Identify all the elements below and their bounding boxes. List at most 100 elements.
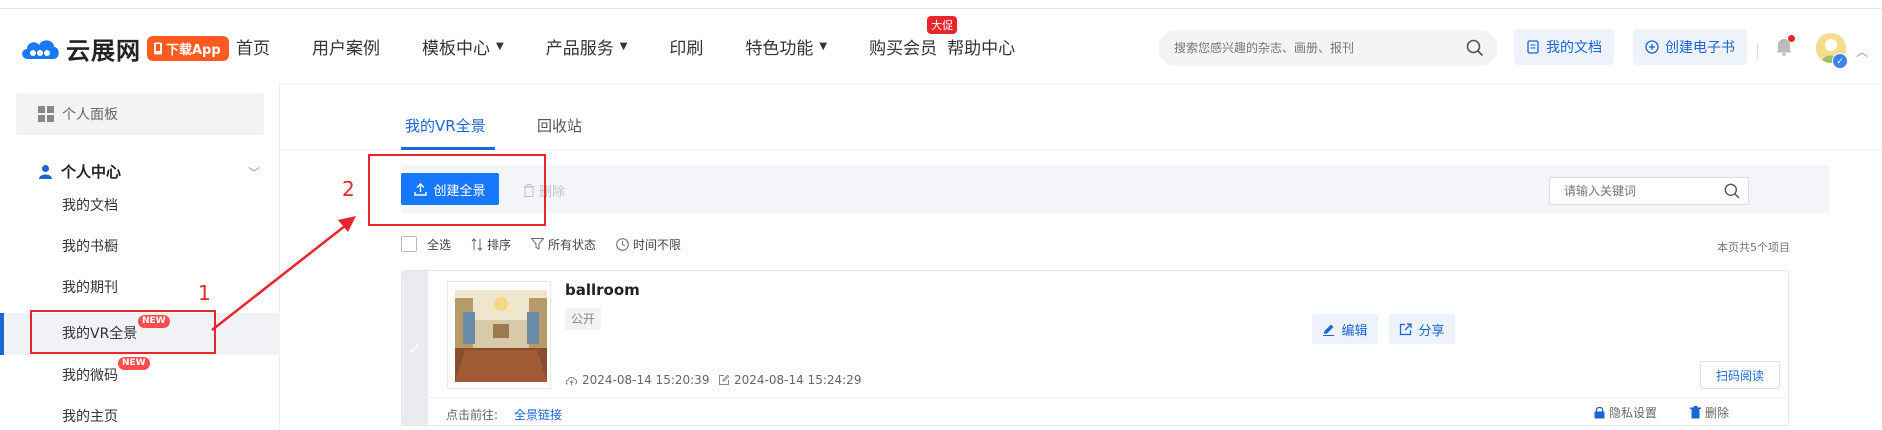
logo[interactable]: 云展网 下载App bbox=[18, 31, 229, 66]
nav-label: 首页 bbox=[236, 39, 270, 59]
item-title[interactable]: ballroom bbox=[565, 281, 640, 299]
sidebar-item-bookshelf[interactable]: 我的书橱 bbox=[62, 236, 118, 258]
modified-time: 2024-08-14 15:24:29 bbox=[718, 373, 861, 387]
annotation-number-2: 2 bbox=[342, 177, 355, 201]
select-all-label: 全选 bbox=[427, 237, 452, 252]
nav-templates[interactable]: 模板中心 ▼ bbox=[422, 34, 504, 59]
card-select-checkbox[interactable]: ✓ bbox=[402, 271, 428, 426]
panorama-link[interactable]: 全景链接 bbox=[514, 406, 562, 423]
nav-label: 特色功能 bbox=[745, 39, 814, 59]
search-icon[interactable] bbox=[1466, 39, 1484, 57]
top-header: 云展网 下载App 首页 用户案例 模板中心 ▼ 产品服务 ▼ 印刷 特色功能 ▼ 购… bbox=[0, 8, 1882, 83]
filter-bar: 全选 排序 所有状态 时间不限 bbox=[401, 234, 701, 254]
nav-home[interactable]: 首页 bbox=[236, 34, 270, 59]
caret-down-icon: ▼ bbox=[496, 41, 504, 52]
sidebar-personal-center[interactable]: 个人中心 ﹀ bbox=[38, 155, 264, 187]
tab-vr-panorama[interactable]: 我的VR全景 bbox=[405, 115, 486, 136]
notification-dot bbox=[1788, 35, 1795, 42]
keyword-search-input[interactable] bbox=[1564, 178, 1724, 204]
sidebar-item-periodicals[interactable]: 我的期刊 bbox=[62, 277, 118, 299]
nav-label: 模板中心 bbox=[422, 39, 490, 59]
select-all[interactable]: 全选 bbox=[401, 236, 451, 253]
nav-label: 购买会员 bbox=[869, 39, 938, 59]
caret-down-icon: ▼ bbox=[819, 41, 828, 52]
share-icon bbox=[1400, 322, 1413, 335]
sidebar-item-my-docs[interactable]: 我的文档 bbox=[62, 195, 118, 217]
scan-read-button[interactable]: 扫码阅读 bbox=[1700, 361, 1780, 389]
time-filter[interactable]: 时间不限 bbox=[616, 236, 681, 253]
download-app-button[interactable]: 下载App bbox=[147, 36, 229, 61]
clock-icon bbox=[616, 237, 629, 251]
sort-filter[interactable]: 排序 bbox=[471, 236, 511, 253]
nav-products[interactable]: 产品服务 ▼ bbox=[546, 34, 628, 59]
nav-label: 帮助中心 bbox=[947, 39, 1016, 59]
nav-membership[interactable]: 购买会员 大促 bbox=[869, 16, 958, 59]
page: 云展网 下载App 首页 用户案例 模板中心 ▼ 产品服务 ▼ 印刷 特色功能 ▼ 购… bbox=[0, 0, 1882, 430]
nav-label: 印刷 bbox=[669, 39, 704, 59]
edit-doc-icon bbox=[719, 374, 730, 385]
select-all-checkbox[interactable] bbox=[401, 236, 417, 252]
delete-item-button[interactable]: 删除 bbox=[1690, 404, 1729, 421]
ballroom-thumbnail-image bbox=[455, 290, 547, 382]
annotation-box-2 bbox=[368, 154, 546, 226]
share-button[interactable]: 分享 bbox=[1389, 314, 1455, 344]
user-icon bbox=[39, 164, 52, 179]
notification-bell[interactable] bbox=[1775, 35, 1795, 60]
plus-circle-icon bbox=[1645, 40, 1659, 54]
item-count: 本页共5个项目 bbox=[1717, 241, 1790, 254]
nav-label: 产品服务 bbox=[545, 39, 614, 59]
nav-print[interactable]: 印刷 bbox=[669, 34, 703, 59]
cloud-logo-icon bbox=[22, 39, 59, 59]
edit-button[interactable]: 编辑 bbox=[1312, 314, 1378, 344]
sidebar: 个人面板 个人中心 ﹀ 我的文档 我的书橱 我的期刊 我的VR全景 NEW 我的… bbox=[0, 83, 280, 430]
panel-label: 个人面板 bbox=[62, 107, 118, 123]
sidebar-item-microcode[interactable]: 我的微码 NEW bbox=[62, 357, 150, 387]
my-docs-button[interactable]: 我的文档 bbox=[1514, 29, 1614, 65]
visibility-tag: 公开 bbox=[565, 308, 602, 330]
nav-features[interactable]: 特色功能 ▼ bbox=[745, 34, 827, 59]
edit-label: 编辑 bbox=[1341, 323, 1368, 339]
active-item-bar bbox=[0, 313, 4, 355]
create-ebook-label: 创建电子书 bbox=[1665, 40, 1735, 56]
nav-cases[interactable]: 用户案例 bbox=[312, 34, 380, 59]
lock-icon bbox=[1594, 406, 1605, 419]
nav-help[interactable]: 帮助中心 bbox=[947, 34, 1015, 59]
download-app-label: 下载App bbox=[166, 43, 221, 58]
sidebar-personal-panel[interactable]: 个人面板 bbox=[16, 93, 264, 135]
main-nav: 首页 用户案例 模板中心 ▼ 产品服务 ▼ 印刷 特色功能 ▼ 购买会员 大促 帮助中心 bbox=[236, 9, 1057, 84]
create-ebook-button[interactable]: 创建电子书 bbox=[1633, 29, 1747, 65]
search-icon[interactable] bbox=[1724, 183, 1740, 199]
sort-label: 排序 bbox=[487, 237, 512, 252]
logo-text: 云展网 bbox=[66, 37, 141, 65]
sidebar-item-label: 我的书橱 bbox=[62, 239, 118, 255]
created-time: 2024-08-14 15:20:39 bbox=[565, 373, 709, 387]
new-badge: NEW bbox=[118, 357, 150, 370]
filter-icon bbox=[531, 238, 545, 250]
my-docs-label: 我的文档 bbox=[1546, 40, 1602, 56]
goto-label: 点击前往: bbox=[446, 408, 499, 422]
share-label: 分享 bbox=[1418, 323, 1445, 339]
center-label: 个人中心 bbox=[61, 162, 122, 181]
sidebar-item-label: 我的文档 bbox=[62, 198, 118, 214]
content-tabs: 我的VR全景 回收站 bbox=[280, 83, 1882, 150]
panorama-card: ✓ ballroom 公开 编辑 分享 扫码阅读 2024-08-14 15:2… bbox=[401, 270, 1789, 426]
annotation-number-1: 1 bbox=[198, 281, 211, 305]
promo-badge: 大促 bbox=[927, 16, 958, 34]
sort-icon bbox=[471, 237, 483, 251]
tab-recycle-bin[interactable]: 回收站 bbox=[537, 115, 582, 136]
chevron-down-icon[interactable]: ︿ bbox=[1856, 43, 1868, 60]
site-search[interactable] bbox=[1158, 30, 1498, 66]
cloud-upload-icon bbox=[565, 376, 578, 385]
header-divider bbox=[1757, 43, 1758, 59]
keyword-search[interactable] bbox=[1549, 177, 1749, 205]
check-icon: ✓ bbox=[408, 339, 422, 358]
privacy-settings-button[interactable]: 隐私设置 bbox=[1594, 404, 1657, 421]
sidebar-item-homepage[interactable]: 我的主页 bbox=[62, 406, 118, 428]
site-search-input[interactable] bbox=[1174, 30, 1464, 66]
vip-badge-icon: ✓ bbox=[1832, 53, 1848, 69]
created-time-text: 2024-08-14 15:20:39 bbox=[582, 373, 710, 387]
thumbnail-frame[interactable] bbox=[447, 281, 551, 389]
pencil-icon bbox=[1323, 324, 1335, 336]
status-filter[interactable]: 所有状态 bbox=[531, 236, 596, 253]
phone-icon bbox=[154, 42, 162, 55]
